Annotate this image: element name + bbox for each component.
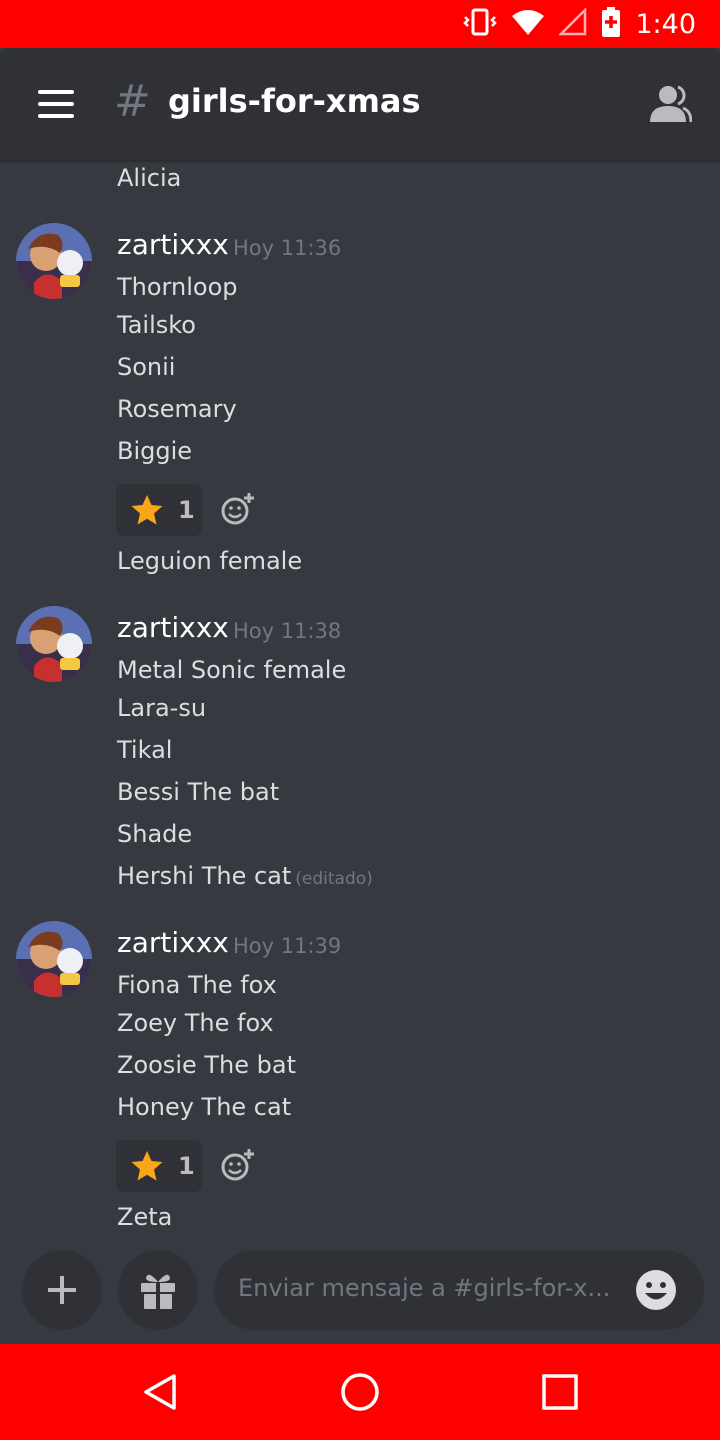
message-line: Sonii	[117, 353, 176, 381]
message-timestamp: Hoy 11:36	[233, 236, 342, 260]
avatar[interactable]	[16, 606, 92, 682]
hamburger-menu-icon[interactable]	[36, 88, 76, 120]
avatar[interactable]	[16, 223, 92, 299]
reaction-count: 1	[178, 496, 195, 524]
message-line: Bessi The bat	[117, 778, 280, 806]
message-line: Zoosie The bat	[117, 1051, 296, 1079]
battery-icon	[601, 7, 621, 41]
message-line: Biggie	[117, 437, 193, 465]
message-input[interactable]: Enviar mensaje a #girls-for-x...	[214, 1250, 704, 1330]
attach-button[interactable]	[22, 1250, 102, 1330]
add-reaction-icon[interactable]	[220, 1147, 256, 1183]
message-line: Zeta	[117, 1203, 173, 1231]
recents-icon[interactable]	[536, 1368, 584, 1416]
app-header: # girls-for-xmas	[0, 48, 720, 160]
message-line: Thornloop	[117, 273, 238, 301]
system-nav-bar	[0, 1344, 720, 1440]
message-line: Honey The cat	[117, 1093, 292, 1121]
message-author[interactable]: zartixxx	[117, 926, 229, 959]
reaction-star[interactable]: 1	[116, 1140, 202, 1192]
message-line: Lara-su	[117, 694, 207, 722]
signal-icon	[558, 6, 587, 40]
message-line: Tailsko	[117, 311, 196, 339]
emoji-icon[interactable]	[634, 1268, 678, 1312]
plus-icon	[48, 1276, 76, 1304]
message-timestamp: Hoy 11:39	[233, 934, 342, 958]
message-author[interactable]: zartixxx	[117, 228, 229, 261]
message-line: Shade	[117, 820, 193, 848]
message-composer: Enviar mensaje a #girls-for-x...	[0, 1250, 720, 1344]
message-list[interactable]: Alicia zartixxx Hoy 11:36 Thornloop Tail…	[0, 160, 720, 1250]
message-line: Zoey The fox	[117, 1009, 274, 1037]
message-line: Fiona The fox	[117, 971, 277, 999]
message-line: Alicia	[117, 164, 182, 192]
channel-title[interactable]: girls-for-xmas	[168, 82, 421, 120]
message-text: Hershi The cat	[117, 862, 292, 890]
message-line: Metal Sonic female	[117, 656, 347, 684]
message-input-placeholder: Enviar mensaje a #girls-for-x...	[238, 1274, 611, 1302]
message-line: Leguion female	[117, 547, 303, 575]
home-icon[interactable]	[336, 1368, 384, 1416]
message-line: Tikal	[117, 736, 173, 764]
add-reaction-icon[interactable]	[220, 491, 256, 527]
avatar[interactable]	[16, 921, 92, 997]
gift-button[interactable]	[118, 1250, 198, 1330]
reaction-star[interactable]: 1	[116, 484, 202, 536]
star-icon	[131, 495, 163, 525]
channel-hash-icon: #	[114, 76, 151, 127]
message-timestamp: Hoy 11:38	[233, 619, 342, 643]
gift-icon	[141, 1274, 175, 1309]
members-icon[interactable]	[648, 84, 693, 124]
message-line: Hershi The cat (editado)	[117, 862, 373, 890]
vibrate-icon	[463, 7, 498, 41]
edited-label: (editado)	[295, 869, 373, 889]
status-bar: 1:40	[0, 0, 720, 48]
message-author[interactable]: zartixxx	[117, 611, 229, 644]
back-icon[interactable]	[136, 1368, 184, 1416]
status-time: 1:40	[635, 8, 696, 40]
message-line: Rosemary	[117, 395, 237, 423]
wifi-icon	[511, 8, 545, 40]
star-icon	[131, 1151, 163, 1181]
reaction-count: 1	[178, 1152, 195, 1180]
